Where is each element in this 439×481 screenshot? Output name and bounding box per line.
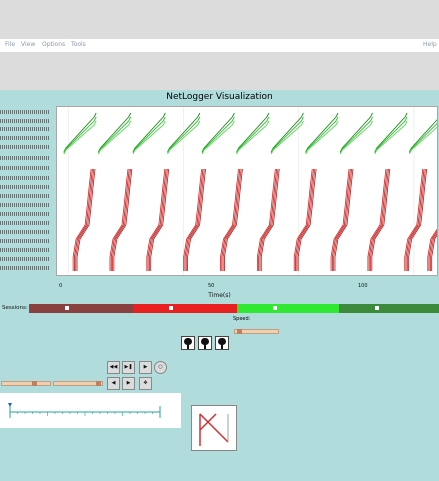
fast-forward-button[interactable]: ▶ [139, 361, 152, 374]
fit-icon: ✥ [143, 380, 148, 386]
y-row-label [0, 156, 50, 160]
menu-file[interactable]: File [5, 41, 15, 48]
lifeline-green [339, 120, 373, 155]
fast-forward-icon: ▶ [143, 364, 148, 370]
slider-knob[interactable] [237, 329, 242, 334]
session-item[interactable] [339, 304, 439, 313]
step-forward-button[interactable]: ▶ [122, 377, 135, 390]
stop-sign-button[interactable] [198, 336, 212, 350]
y-row-label [0, 239, 50, 243]
lifeline-green [374, 120, 408, 155]
stop-sign-icon [184, 338, 192, 345]
y-row-label [0, 203, 50, 207]
timeline-scale [8, 403, 161, 418]
menu-help[interactable]: Help [423, 41, 437, 48]
title-bar [0, 0, 439, 39]
y-row-label [0, 166, 50, 170]
y-row-label [0, 257, 50, 261]
play-pause-icon: ▶❚ [124, 364, 133, 370]
y-row-label [0, 248, 50, 252]
rewind-icon: ◀◀ [109, 364, 118, 370]
checkbox-icon[interactable] [375, 305, 379, 310]
lifeline-green [305, 120, 339, 155]
timeline-panel[interactable] [0, 393, 181, 428]
y-row-label [0, 230, 50, 234]
menu-bar: File View Options Tools Help [0, 39, 439, 52]
y-row-label [0, 221, 50, 225]
lifeline-green [132, 120, 166, 155]
toolbar-area [0, 52, 439, 90]
y-row-label [0, 110, 50, 114]
stop-sign-button[interactable] [215, 336, 229, 350]
checkbox-icon[interactable] [169, 305, 173, 310]
lifeline-green [408, 119, 437, 153]
lifeline-red [431, 234, 437, 271]
sessions-label: Sessions: [2, 305, 28, 311]
mid-slider[interactable] [53, 381, 103, 386]
session-item[interactable] [133, 304, 237, 313]
lifeline-green [236, 120, 270, 155]
loop-icon: ○ [158, 364, 163, 370]
stop-sign-icon [218, 338, 226, 345]
y-row-label [0, 127, 50, 131]
session-item[interactable] [29, 304, 133, 313]
chart-title: NetLogger Visualization [166, 92, 273, 102]
fit-button[interactable]: ✥ [139, 377, 152, 390]
y-row-label [0, 119, 50, 123]
x-tick-label: 100 [358, 283, 368, 289]
y-row-label [0, 176, 50, 180]
session-item[interactable] [237, 304, 339, 313]
y-row-label [0, 145, 50, 149]
y-row-label [0, 185, 50, 189]
speed-label: Speed: [233, 316, 251, 322]
speed-slider[interactable] [234, 329, 279, 334]
checkbox-icon[interactable] [65, 305, 69, 310]
y-row-label [0, 212, 50, 216]
menu-view[interactable]: View [21, 41, 35, 48]
step-forward-icon: ▶ [126, 380, 131, 386]
play-pause-button[interactable]: ▶❚ [122, 361, 135, 374]
y-row-label [0, 266, 50, 270]
lifeline-green [98, 120, 132, 155]
plot-area[interactable] [56, 106, 438, 276]
stop-sign-button[interactable] [181, 336, 195, 350]
loop-button[interactable]: ○ [154, 361, 167, 374]
x-tick-label: 0 [59, 283, 63, 289]
step-back-button[interactable]: ◀ [107, 377, 120, 390]
x-tick-label: 50 [208, 283, 215, 289]
y-row-label [0, 136, 50, 140]
checkbox-icon[interactable] [273, 305, 277, 310]
y-row-label [0, 194, 50, 198]
menu-tools[interactable]: Tools [71, 41, 86, 48]
copy-panel[interactable] [191, 405, 237, 451]
lifeline-red [429, 232, 437, 271]
rewind-button[interactable]: ◀◀ [107, 361, 120, 374]
step-back-icon: ◀ [111, 380, 116, 386]
left-slider[interactable] [1, 381, 51, 386]
event-plot [63, 107, 437, 275]
arrow-icon [199, 413, 229, 446]
lifeline-green [201, 120, 235, 155]
slider-knob[interactable] [32, 381, 37, 386]
menu-options[interactable]: Options [42, 41, 65, 48]
slider-knob[interactable] [96, 381, 101, 386]
x-axis-label: Time(s) [208, 292, 231, 299]
stop-sign-icon [201, 338, 209, 345]
